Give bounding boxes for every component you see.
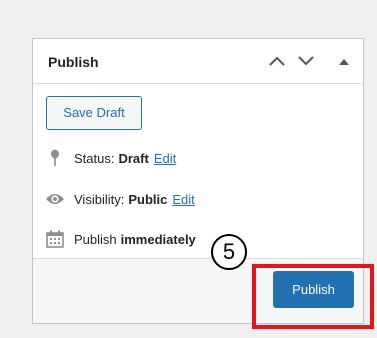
- panel-header: Publish: [33, 39, 363, 84]
- schedule-label: Publish: [74, 231, 117, 247]
- triangle-up-icon: [339, 58, 349, 65]
- chevron-down-icon: [298, 56, 314, 66]
- pin-icon: [45, 148, 65, 168]
- move-up-button[interactable]: [266, 50, 288, 72]
- status-label: Status:: [74, 150, 115, 166]
- schedule-value: immediately: [120, 231, 196, 247]
- toggle-panel-button[interactable]: [333, 50, 355, 72]
- status-row: Status: Draft Edit: [45, 148, 176, 168]
- visibility-label: Visibility:: [74, 191, 125, 207]
- step-number-badge: 5: [211, 234, 247, 270]
- edit-visibility-link[interactable]: Edit: [172, 192, 194, 207]
- visibility-row: Visibility: Public Edit: [45, 189, 195, 209]
- edit-status-link[interactable]: Edit: [154, 151, 176, 166]
- panel-title: Publish: [48, 54, 99, 70]
- save-draft-button[interactable]: Save Draft: [46, 96, 142, 130]
- status-value: Draft: [118, 150, 149, 166]
- highlight-box: [252, 264, 374, 329]
- calendar-icon: [45, 229, 65, 249]
- visibility-value: Public: [128, 191, 168, 207]
- chevron-up-icon: [269, 56, 285, 66]
- eye-icon: [45, 189, 65, 209]
- schedule-row: Publish immediately: [45, 229, 201, 249]
- move-down-button[interactable]: [295, 50, 317, 72]
